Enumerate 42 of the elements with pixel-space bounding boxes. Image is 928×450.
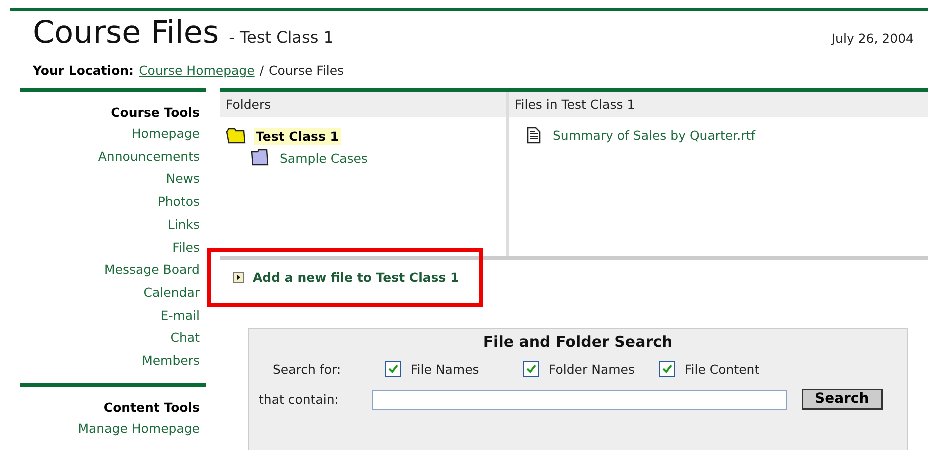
- search-button[interactable]: Search: [802, 389, 884, 410]
- search-for-label: Search for:: [273, 362, 342, 376]
- breadcrumb-link[interactable]: Course Homepage: [139, 63, 255, 78]
- contain-label: that contain:: [259, 392, 340, 407]
- location-label: Your Location:: [33, 63, 134, 78]
- checkbox-label: Folder Names: [549, 362, 636, 376]
- sidebar-heading: Content Tools: [104, 400, 200, 415]
- checkbox-label: File Content: [685, 362, 760, 376]
- checkbox[interactable]: [659, 361, 675, 377]
- date-text: July 26, 2004: [832, 31, 914, 46]
- sidebar-link[interactable]: Photos: [158, 191, 200, 214]
- sidebar-link[interactable]: E-mail: [160, 304, 200, 328]
- file-link[interactable]: Summary of Sales by Quarter.rtf: [553, 128, 756, 143]
- folder-icon: [226, 127, 246, 145]
- search-title: File and Folder Search: [482, 333, 674, 351]
- page-subtitle: - Test Class 1: [229, 28, 334, 47]
- sidebar-link[interactable]: Links: [168, 214, 200, 237]
- sidebar-link[interactable]: Message Board: [104, 259, 200, 282]
- panel-header: Files in Test Class 1: [509, 92, 928, 117]
- sidebar-link[interactable]: Calendar: [144, 282, 200, 305]
- sidebar-link[interactable]: Manage Homepage: [78, 418, 200, 440]
- page-title: Course Files: [33, 15, 220, 51]
- sidebar-link[interactable]: News: [166, 168, 200, 192]
- sidebar-link[interactable]: Announcements: [98, 146, 200, 168]
- checkbox[interactable]: [523, 361, 539, 377]
- folder-link[interactable]: Sample Cases: [278, 150, 370, 166]
- add-file-link[interactable]: Add a new file to Test Class 1: [253, 270, 460, 285]
- checkbox[interactable]: [385, 361, 401, 377]
- folder-icon: [250, 149, 270, 167]
- folder-link[interactable]: Test Class 1: [254, 128, 341, 144]
- sidebar-link[interactable]: Homepage: [132, 123, 200, 146]
- breadcrumb-current: Course Files: [269, 63, 344, 78]
- play-icon: [233, 272, 244, 283]
- checkbox-label: File Names: [411, 362, 480, 376]
- search-field[interactable]: [372, 390, 787, 410]
- sidebar-heading: Course Tools: [111, 105, 200, 120]
- breadcrumb-separator: /: [260, 63, 264, 78]
- document-icon: [527, 127, 541, 144]
- sidebar-link[interactable]: Files: [172, 236, 200, 260]
- sidebar-link[interactable]: Members: [142, 350, 200, 373]
- panel-header: Folders: [220, 92, 506, 117]
- sidebar-link[interactable]: Chat: [170, 327, 200, 350]
